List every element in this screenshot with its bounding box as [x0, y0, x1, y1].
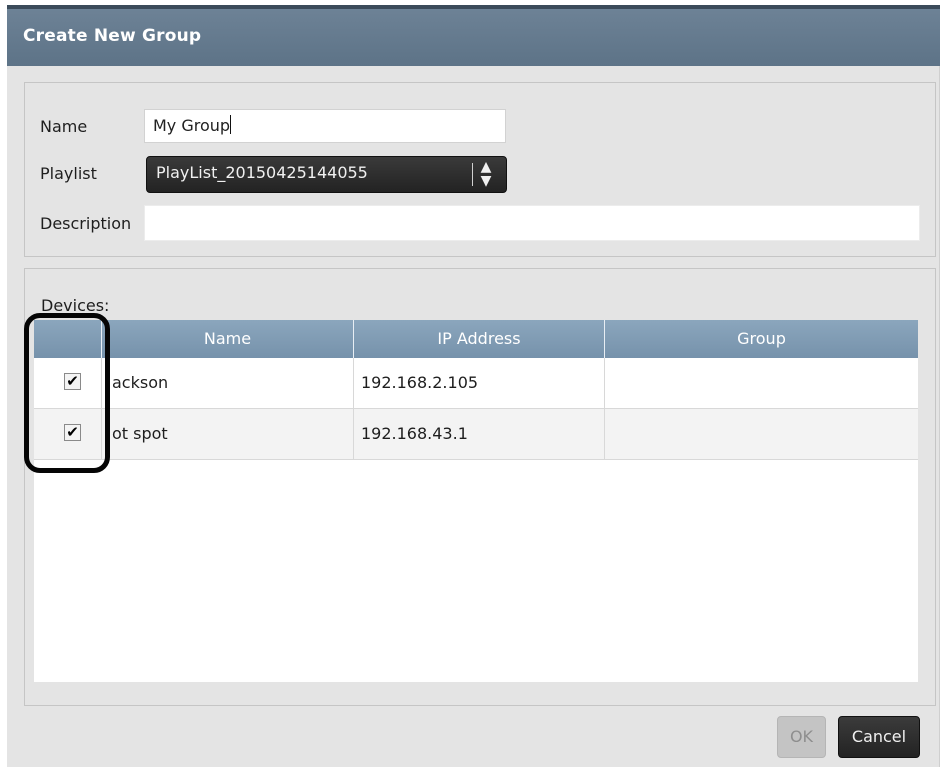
table-header: Name IP Address Group — [34, 320, 918, 358]
device-group-cell — [605, 409, 918, 459]
checkbox-highlight-annotation — [24, 313, 110, 473]
playlist-selected-value: PlayList_20150425144055 — [156, 163, 368, 182]
description-label: Description — [40, 214, 132, 233]
playlist-select[interactable]: PlayList_20150425144055 ▲ ▼ — [146, 156, 507, 193]
device-group-cell — [605, 358, 918, 408]
device-name-cell: ackson — [102, 358, 354, 408]
window-left-margin — [0, 0, 7, 771]
updown-arrows-icon: ▲ ▼ — [480, 159, 492, 189]
playlist-label: Playlist — [40, 164, 97, 183]
dialog-titlebar: Create New Group — [7, 9, 940, 66]
column-header-ip[interactable]: IP Address — [354, 320, 605, 358]
column-header-name[interactable]: Name — [102, 320, 354, 358]
description-input[interactable] — [144, 205, 920, 241]
table-row[interactable]: ✔ ot spot 192.168.43.1 — [34, 409, 918, 460]
name-label: Name — [40, 117, 88, 136]
ok-button[interactable]: OK — [777, 716, 826, 758]
devices-table: Name IP Address Group ✔ ackson 192.168.2… — [34, 320, 918, 682]
name-input[interactable]: My Group — [144, 109, 506, 143]
device-ip-cell: 192.168.2.105 — [354, 358, 605, 408]
cancel-button[interactable]: Cancel — [838, 716, 920, 758]
table-row[interactable]: ✔ ackson 192.168.2.105 — [34, 358, 918, 409]
group-details-panel: Name My Group Playlist PlayList_20150425… — [24, 82, 936, 257]
name-input-value: My Group — [153, 116, 231, 135]
select-separator — [472, 163, 473, 186]
dialog-title: Create New Group — [23, 26, 202, 46]
column-header-group[interactable]: Group — [605, 320, 918, 358]
text-caret — [230, 115, 232, 134]
device-name-cell: ot spot — [102, 409, 354, 459]
window-top-border — [0, 0, 947, 9]
device-ip-cell: 192.168.43.1 — [354, 409, 605, 459]
